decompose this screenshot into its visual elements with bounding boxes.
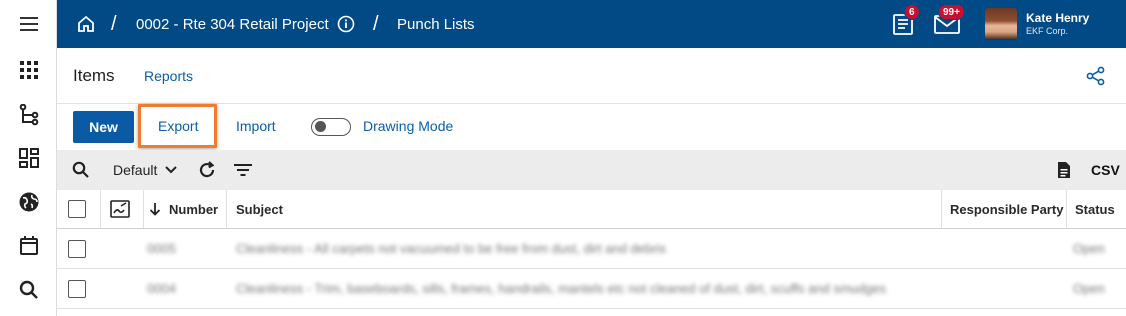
csv-file-icon[interactable]	[1057, 150, 1071, 190]
apps-grid-icon[interactable]	[0, 50, 57, 90]
breadcrumb-project[interactable]: 0002 - Rte 304 Retail Project	[136, 0, 329, 48]
breadcrumb-separator: /	[111, 12, 117, 35]
drawing-mode-label[interactable]: Drawing Mode	[363, 118, 453, 134]
user-org: EKF Corp.	[1026, 26, 1069, 36]
row-number: 0004	[147, 281, 176, 296]
notifications-badge: 6	[904, 4, 920, 20]
breadcrumb-separator: /	[373, 12, 379, 35]
new-button[interactable]: New	[73, 111, 134, 143]
table-row[interactable]: 0004 Cleanliness - Trim, baseboards, sil…	[57, 269, 1126, 309]
row-checkbox[interactable]	[68, 269, 86, 308]
left-rail	[0, 0, 57, 316]
row-subject[interactable]: Cleanliness - All carpets not vacuumed t…	[236, 229, 666, 268]
search-icon[interactable]	[0, 270, 57, 310]
row-checkbox[interactable]	[68, 229, 86, 268]
refresh-icon[interactable]	[198, 150, 216, 190]
avatar	[985, 8, 1017, 40]
import-button[interactable]: Import	[236, 118, 276, 134]
column-number[interactable]: Number	[149, 190, 218, 228]
row-status: Open	[1073, 241, 1105, 256]
view-select[interactable]: Default	[113, 150, 178, 190]
column-status[interactable]: Status	[1075, 190, 1115, 228]
row-subject[interactable]: Cleanliness - Trim, baseboards, sills, f…	[236, 269, 886, 308]
share-icon[interactable]	[1086, 66, 1106, 91]
chevron-down-icon	[165, 166, 178, 174]
row-number: 0005	[147, 241, 176, 256]
top-bar: / 0002 - Rte 304 Retail Project / Punch …	[57, 0, 1126, 48]
csv-button[interactable]: CSV	[1091, 150, 1120, 190]
select-all-checkbox[interactable]	[68, 190, 86, 228]
list-toolbar: Default CSV	[57, 150, 1126, 190]
signature-icon	[110, 190, 130, 228]
action-bar: New Export Import Drawing Mode	[57, 104, 1126, 150]
messages-button[interactable]: 99+	[934, 0, 965, 48]
column-responsible-party[interactable]: Responsible Party	[950, 190, 1063, 228]
sort-down-icon	[149, 203, 161, 216]
app-window: / 0002 - Rte 304 Retail Project / Punch …	[0, 0, 1126, 316]
user-menu[interactable]: Kate Henry EKF Corp.	[985, 0, 1089, 48]
hierarchy-icon[interactable]	[0, 95, 57, 135]
table-header: Number Subject Responsible Party Status	[57, 190, 1126, 229]
column-number-label: Number	[169, 201, 219, 217]
globe-icon[interactable]	[0, 182, 57, 222]
calendar-icon[interactable]	[0, 225, 57, 265]
filter-icon[interactable]	[234, 150, 252, 190]
page-header: Items Reports	[57, 48, 1126, 104]
page-title: Items	[73, 66, 115, 85]
home-icon[interactable]	[77, 0, 95, 48]
menu-icon[interactable]	[0, 4, 57, 44]
drawing-mode-toggle[interactable]	[311, 118, 351, 136]
dashboard-icon[interactable]	[0, 138, 57, 178]
row-status: Open	[1073, 281, 1105, 296]
punch-items-table: Number Subject Responsible Party Status …	[57, 190, 1126, 309]
info-icon[interactable]	[337, 0, 355, 48]
view-select-value: Default	[113, 162, 158, 178]
user-name: Kate Henry	[1026, 11, 1090, 25]
toggle-knob	[315, 121, 326, 132]
column-subject[interactable]: Subject	[236, 190, 283, 228]
messages-badge: 99+	[938, 4, 965, 20]
notifications-button[interactable]: 6	[891, 0, 920, 48]
export-button[interactable]: Export	[158, 118, 198, 134]
tab-reports[interactable]: Reports	[144, 68, 193, 84]
breadcrumb-section[interactable]: Punch Lists	[397, 0, 475, 48]
search-icon[interactable]	[72, 150, 90, 190]
table-row[interactable]: 0005 Cleanliness - All carpets not vacuu…	[57, 229, 1126, 269]
